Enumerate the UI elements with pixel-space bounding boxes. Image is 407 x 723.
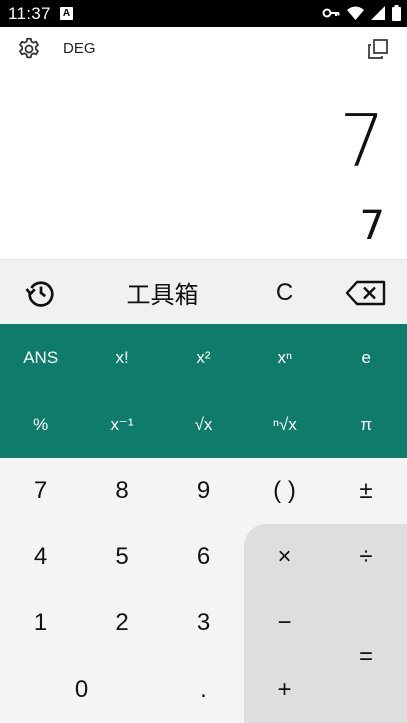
factorial-button[interactable]: x! [81,324,162,391]
function-toolbar: 工具箱 C [0,259,407,325]
parentheses-button[interactable]: ( ) [244,458,325,524]
ans-button[interactable]: ANS [0,324,81,391]
toolbox-label: 工具箱 [126,282,199,309]
nth-root-button[interactable]: ⁿ√x [244,391,325,458]
top-bar: DEG [0,27,407,69]
euler-button[interactable]: e [326,324,407,391]
decimal-button[interactable]: . [163,657,244,723]
status-icons [322,5,401,21]
clear-label: C [275,278,294,306]
key-icon [322,8,340,18]
percent-button[interactable]: % [0,391,81,458]
digit-2-button[interactable]: 2 [81,590,163,656]
expression-text[interactable]: 7 [339,99,385,183]
reciprocal-button[interactable]: x⁻¹ [81,391,162,458]
backspace-button[interactable] [325,260,407,325]
pi-button[interactable]: π [326,391,407,458]
equals-button[interactable]: = [325,590,407,723]
multiply-button[interactable]: × [244,524,325,590]
digit-3-button[interactable]: 3 [163,590,244,656]
divide-button[interactable]: ÷ [325,524,407,590]
backspace-icon [345,280,386,305]
status-time: 11:37 [8,4,51,23]
digit-9-button[interactable]: 9 [163,458,244,524]
battery-icon [392,5,401,21]
sqrt-button[interactable]: √x [163,391,244,458]
plus-minus-button[interactable]: ± [325,458,407,524]
digit-4-button[interactable]: 4 [0,524,81,590]
status-bar: 11:37 A [0,0,407,27]
toolbox-button[interactable]: 工具箱 [81,260,244,325]
copy-icon[interactable] [366,37,390,61]
digit-5-button[interactable]: 5 [81,524,163,590]
plus-button[interactable]: + [244,657,325,723]
calculator-display: 7 7 [0,69,407,259]
digit-0-button[interactable]: 0 [0,657,163,723]
scientific-panel: ANS x! x² xⁿ e % x⁻¹ √x ⁿ√x π [0,324,407,458]
digit-1-button[interactable]: 1 [0,590,81,656]
power-button[interactable]: xⁿ [244,324,325,391]
status-badge: A [60,7,73,20]
digit-6-button[interactable]: 6 [163,524,244,590]
signal-icon [371,6,385,20]
square-button[interactable]: x² [163,324,244,391]
result-text: 7 [359,203,385,249]
digit-8-button[interactable]: 8 [81,458,163,524]
history-button[interactable] [0,260,81,325]
minus-button[interactable]: − [244,590,325,656]
history-icon [25,280,54,307]
angle-mode-toggle[interactable]: DEG [63,40,96,57]
keypad: 7 8 9 ( ) ± 4 5 6 × ÷ 1 2 3 − = 0 . + [0,458,407,723]
digit-7-button[interactable]: 7 [0,458,81,524]
clear-button[interactable]: C [244,260,325,325]
gear-icon[interactable] [16,36,42,62]
wifi-icon [347,6,364,20]
